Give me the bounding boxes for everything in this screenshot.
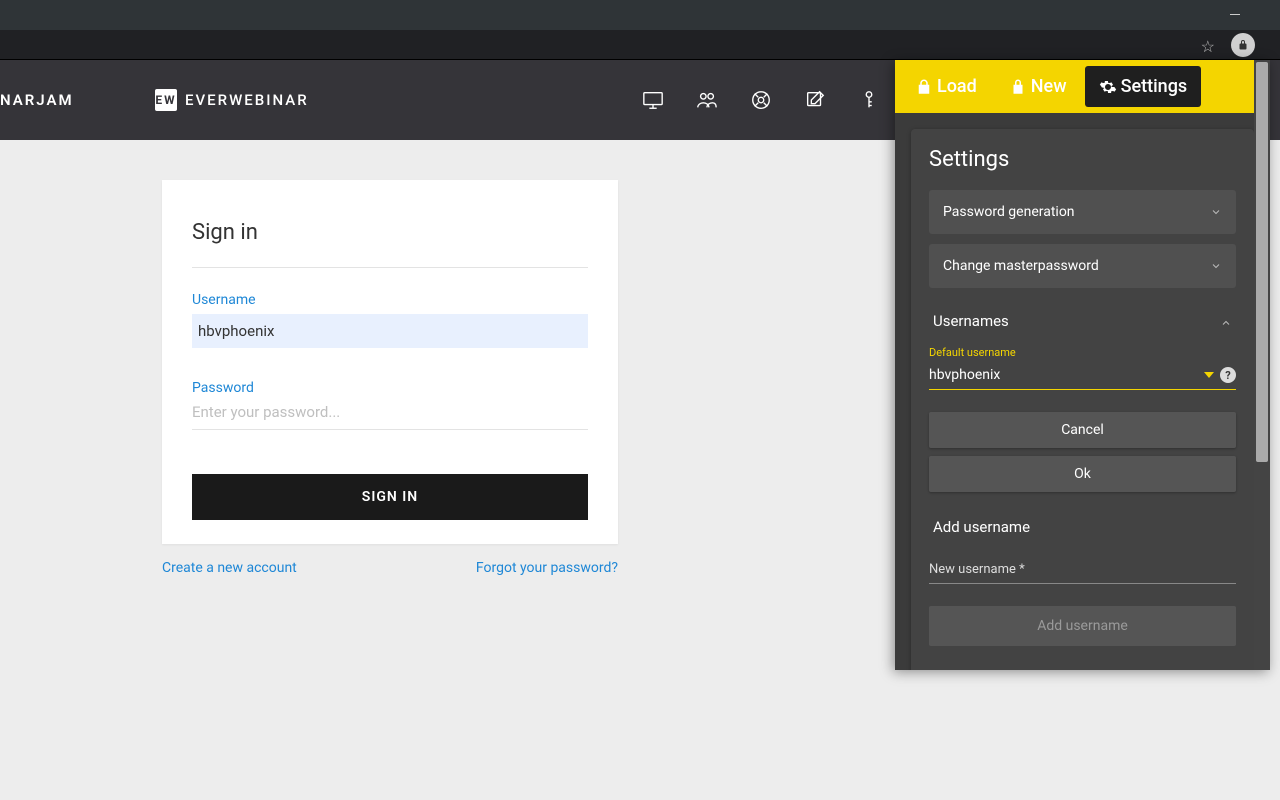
tab-load[interactable]: Load [901, 66, 991, 107]
default-username-value: hbvphoenix [929, 367, 1000, 383]
minimize-icon[interactable] [1230, 14, 1240, 15]
signin-title: Sign in [192, 220, 588, 245]
signin-button[interactable]: SIGN IN [192, 474, 588, 520]
username-field-group: Username [192, 292, 588, 348]
ok-button[interactable]: Ok [929, 456, 1236, 492]
header-icon-row [642, 89, 880, 111]
brand-everwebinar[interactable]: EW EVERWEBINAR [155, 89, 309, 111]
sub-links-row: Create a new account Forgot your passwor… [162, 560, 618, 576]
os-titlebar [0, 0, 1280, 30]
tab-settings-label: Settings [1121, 76, 1188, 97]
accordion-change-master[interactable]: Change masterpassword [929, 244, 1236, 288]
scrollbar-thumb[interactable] [1256, 62, 1268, 462]
settings-card: Settings Password generation Change mast… [911, 129, 1254, 670]
chevron-down-icon [1210, 206, 1222, 218]
section-usernames[interactable]: Usernames [933, 312, 1232, 330]
brand-left-text: NARJAM [0, 91, 74, 109]
cancel-button[interactable]: Cancel [929, 412, 1236, 448]
bookmark-star-icon[interactable]: ☆ [1201, 37, 1215, 56]
tab-load-label: Load [937, 76, 977, 97]
username-label: Username [192, 292, 588, 308]
accordion-pwgen-label: Password generation [943, 204, 1075, 220]
monitor-icon[interactable] [642, 89, 664, 111]
forgot-password-link[interactable]: Forgot your password? [476, 560, 618, 576]
everwebinar-logo-icon: EW [155, 89, 177, 111]
section-usernames-label: Usernames [933, 312, 1009, 330]
tab-new[interactable]: New [995, 66, 1081, 107]
new-username-label: New username * [929, 562, 1025, 577]
settings-title: Settings [929, 147, 1236, 172]
extension-tab-bar: Load New Settings [895, 60, 1270, 113]
tab-new-label: New [1031, 76, 1067, 97]
password-input[interactable] [192, 403, 588, 421]
caret-down-icon [1204, 372, 1214, 378]
add-username-title: Add username [933, 518, 1232, 536]
chevron-down-icon [1210, 260, 1222, 272]
accordion-master-label: Change masterpassword [943, 258, 1099, 274]
extension-body: Settings Password generation Change mast… [895, 113, 1270, 670]
password-field-group: Password [192, 380, 588, 430]
chevron-up-icon [1220, 315, 1232, 327]
password-label: Password [192, 380, 588, 396]
people-icon[interactable] [696, 89, 718, 111]
extension-popup: Load New Settings Settings Password gene… [895, 60, 1270, 670]
create-account-link[interactable]: Create a new account [162, 560, 297, 576]
divider [192, 267, 588, 268]
default-username-label: Default username [929, 346, 1236, 359]
key-icon[interactable] [858, 89, 880, 111]
help-icon[interactable] [750, 89, 772, 111]
username-input[interactable] [192, 314, 588, 348]
extension-lock-icon[interactable] [1231, 33, 1255, 57]
help-icon[interactable]: ? [1220, 367, 1236, 383]
browser-address-bar: ☆ [0, 30, 1280, 60]
signin-card: Sign in Username Password SIGN IN [162, 180, 618, 544]
extension-scrollbar[interactable] [1254, 60, 1270, 670]
tab-settings[interactable]: Settings [1085, 66, 1202, 107]
brand-mid-text: EVERWEBINAR [185, 91, 309, 109]
new-username-field[interactable]: New username * [929, 562, 1236, 584]
add-username-button[interactable]: Add username [929, 606, 1236, 646]
default-username-select[interactable]: hbvphoenix ? [929, 363, 1236, 390]
edit-icon[interactable] [804, 89, 826, 111]
accordion-password-generation[interactable]: Password generation [929, 190, 1236, 234]
